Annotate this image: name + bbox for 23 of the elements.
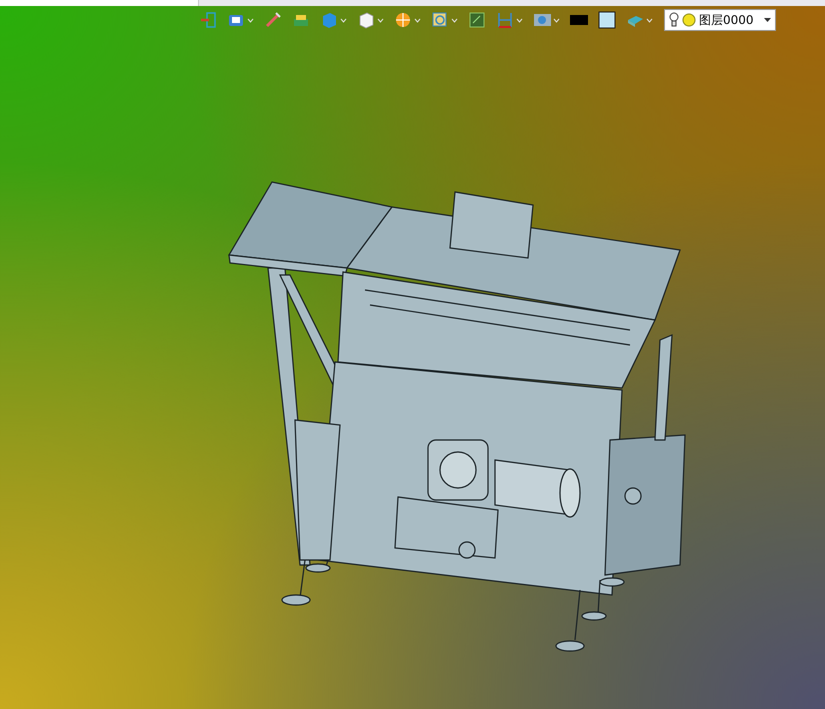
tool-icon (199, 11, 217, 29)
caret-icon (340, 18, 347, 22)
caret-icon (377, 18, 384, 22)
layer-dropdown[interactable]: 图层0000 (664, 9, 776, 31)
layer-name: 图层0000 (699, 12, 755, 28)
tool-icon (320, 11, 338, 29)
tool-icon (357, 11, 375, 29)
tool-icon (598, 11, 616, 29)
caret-icon (516, 18, 523, 22)
caret-icon (247, 18, 254, 22)
lightbulb-icon (669, 12, 679, 28)
tool-icon (496, 11, 514, 29)
caret-icon (451, 18, 458, 22)
tool-icon (533, 11, 551, 29)
caret-icon (646, 18, 653, 22)
tool-icon (431, 11, 449, 29)
caret-icon (414, 18, 421, 22)
tool-icon (394, 11, 412, 29)
tool-icon (264, 11, 282, 29)
caret-icon (764, 18, 771, 22)
tool-icon (468, 11, 486, 29)
caret-icon (553, 18, 560, 22)
circle-icon (682, 13, 696, 27)
